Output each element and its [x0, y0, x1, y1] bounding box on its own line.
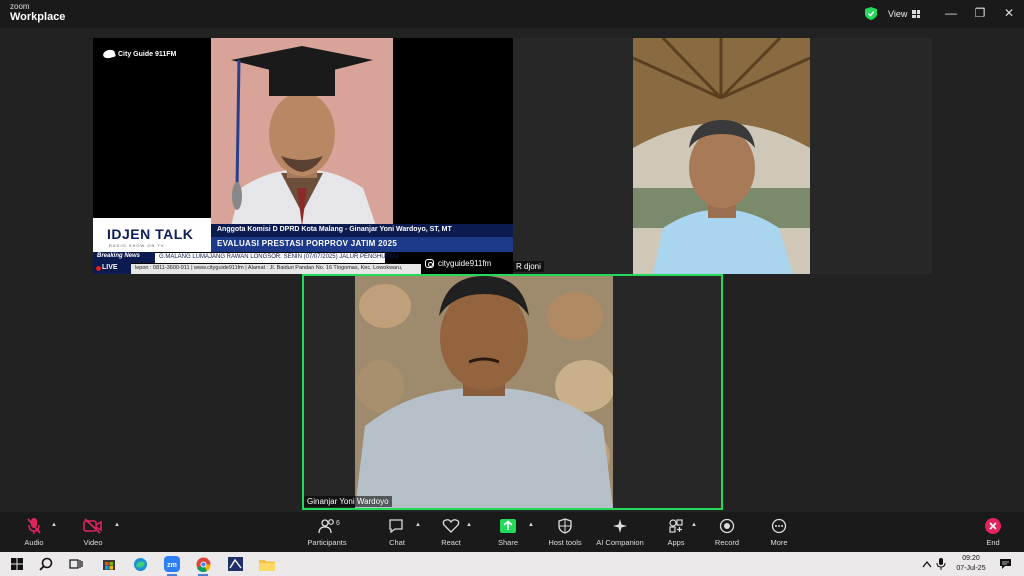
video-tile-active-speaker[interactable]: Ginanjar Yoni Wardoyo [302, 274, 723, 510]
share-label: Share [497, 538, 518, 547]
participants-count: 6 [336, 520, 340, 527]
video-tile-broadcast[interactable]: City Guide 911FM IDJEN TALK RADIO SHOW O… [93, 38, 513, 274]
end-meeting-icon [982, 516, 1004, 536]
bird-logo-icon [102, 48, 116, 60]
chat-icon [386, 516, 408, 536]
title-bar: zoom Workplace View — ❐ ✕ [0, 0, 1024, 28]
encryption-shield-icon[interactable] [865, 7, 877, 20]
ai-companion-label: AI Companion [596, 538, 644, 547]
host-shield-icon [554, 516, 576, 536]
zoom-app-icon[interactable]: zm [163, 555, 181, 576]
show-title: IDJEN TALK [107, 226, 194, 242]
restore-button[interactable]: ❐ [972, 6, 988, 20]
ai-companion-button[interactable]: AI Companion [588, 516, 652, 550]
notifications-icon[interactable] [996, 555, 1014, 573]
search-icon[interactable] [37, 555, 55, 573]
contact-info-strip: lepon : 0811-3600-911 | www.cityguide911… [131, 264, 421, 274]
task-view-icon[interactable] [67, 555, 85, 573]
channel-logo: City Guide 911FM [102, 48, 177, 60]
participant-name-r-djoni: R djoni [513, 261, 544, 272]
minimize-button[interactable]: — [943, 6, 959, 20]
share-screen-icon [497, 516, 519, 536]
contact-info-text: lepon : 0811-3600-911 | www.cityguide911… [135, 265, 403, 271]
instagram-tag: cityguide911fm [425, 259, 491, 268]
view-label: View [888, 9, 908, 19]
guest-portrait [211, 38, 393, 226]
headline-bar: EVALUASI PRESTASI PORPROV JATIM 2025 [211, 237, 513, 252]
app-brand: zoom Workplace [10, 3, 65, 23]
participant-name-ginanjar: Ginanjar Yoni Wardoyo [304, 496, 392, 507]
clock-time: 09:20 [962, 555, 980, 562]
participants-icon [316, 516, 338, 536]
react-options-caret-icon[interactable]: ▲ [466, 522, 472, 528]
meeting-toolbar: Audio ▲ Video ▲ Participants 6 Chat ▲ Re… [0, 512, 1024, 552]
video-label: Video [83, 538, 103, 547]
brand-small: zoom [10, 2, 30, 11]
edge-browser-icon[interactable] [131, 555, 149, 573]
headline: EVALUASI PRESTASI PORPROV JATIM 2025 [217, 239, 398, 248]
news-ticker: G.MALANG LUMAJANG RAWAN LONGSOR. SENIN (… [155, 253, 398, 263]
clock-date: 07-Jul-25 [956, 565, 986, 572]
participant-video-r-djoni [633, 38, 810, 274]
sparkle-icon [609, 516, 631, 536]
windows-taskbar: zm 09:20 07-Jul-25 [0, 552, 1024, 576]
video-options-caret-icon[interactable]: ▲ [114, 522, 120, 528]
audio-options-caret-icon[interactable]: ▲ [51, 522, 57, 528]
react-button[interactable]: React [419, 516, 483, 550]
live-dot-icon [96, 266, 101, 271]
channel-logo-text: City Guide 911FM [118, 50, 177, 58]
system-clock[interactable]: 09:20 07-Jul-25 [946, 554, 996, 574]
end-button[interactable]: End [961, 516, 1024, 550]
record-label: Record [714, 538, 740, 547]
more-button[interactable]: More [747, 516, 811, 550]
participants-button[interactable]: Participants [295, 516, 359, 550]
participants-label: Participants [307, 538, 347, 547]
more-label: More [770, 538, 788, 547]
close-window-button[interactable]: ✕ [1001, 6, 1017, 20]
video-gallery: City Guide 911FM IDJEN TALK RADIO SHOW O… [0, 28, 1024, 512]
instagram-handle: cityguide911fm [438, 259, 492, 268]
breaking-news-tag: Breaking News [93, 252, 155, 263]
file-explorer-icon[interactable] [258, 555, 276, 573]
live-label: LIVE [102, 264, 118, 271]
record-icon [716, 516, 738, 536]
chrome-browser-icon[interactable] [194, 555, 212, 576]
grid-view-icon [912, 10, 921, 18]
windows-start-icon[interactable] [8, 555, 26, 573]
chat-label: Chat [389, 538, 405, 547]
instagram-icon [425, 259, 434, 268]
video-off-icon [82, 516, 104, 536]
broadcast-app-icon[interactable] [226, 555, 244, 573]
apps-icon [665, 516, 687, 536]
brand-large: Workplace [10, 11, 66, 23]
heart-icon [440, 516, 462, 536]
guest-caption-bar: Anggota Komisi D DPRD Kota Malang - Gina… [211, 224, 513, 237]
participant-video-ginanjar [355, 276, 613, 508]
host-tools-label: Host tools [548, 538, 582, 547]
audio-label: Audio [24, 538, 44, 547]
show-subtitle: RADIO SHOW ON TV [109, 243, 165, 248]
guest-caption: Anggota Komisi D DPRD Kota Malang - Gina… [217, 226, 452, 233]
view-button[interactable]: View [884, 5, 924, 23]
zoom-app-label: zm [167, 562, 177, 569]
live-badge: LIVE [93, 263, 131, 274]
react-label: React [441, 538, 461, 547]
video-tile-r-djoni[interactable]: R djoni [513, 38, 932, 274]
breaking-news-label: Breaking News [97, 253, 141, 259]
microphone-muted-icon [23, 516, 45, 536]
apps-label: Apps [667, 538, 685, 547]
ticker-text: G.MALANG LUMAJANG RAWAN LONGSOR. SENIN (… [159, 254, 399, 260]
end-label: End [986, 538, 1000, 547]
microsoft-store-icon[interactable] [100, 555, 118, 573]
more-icon [768, 516, 790, 536]
